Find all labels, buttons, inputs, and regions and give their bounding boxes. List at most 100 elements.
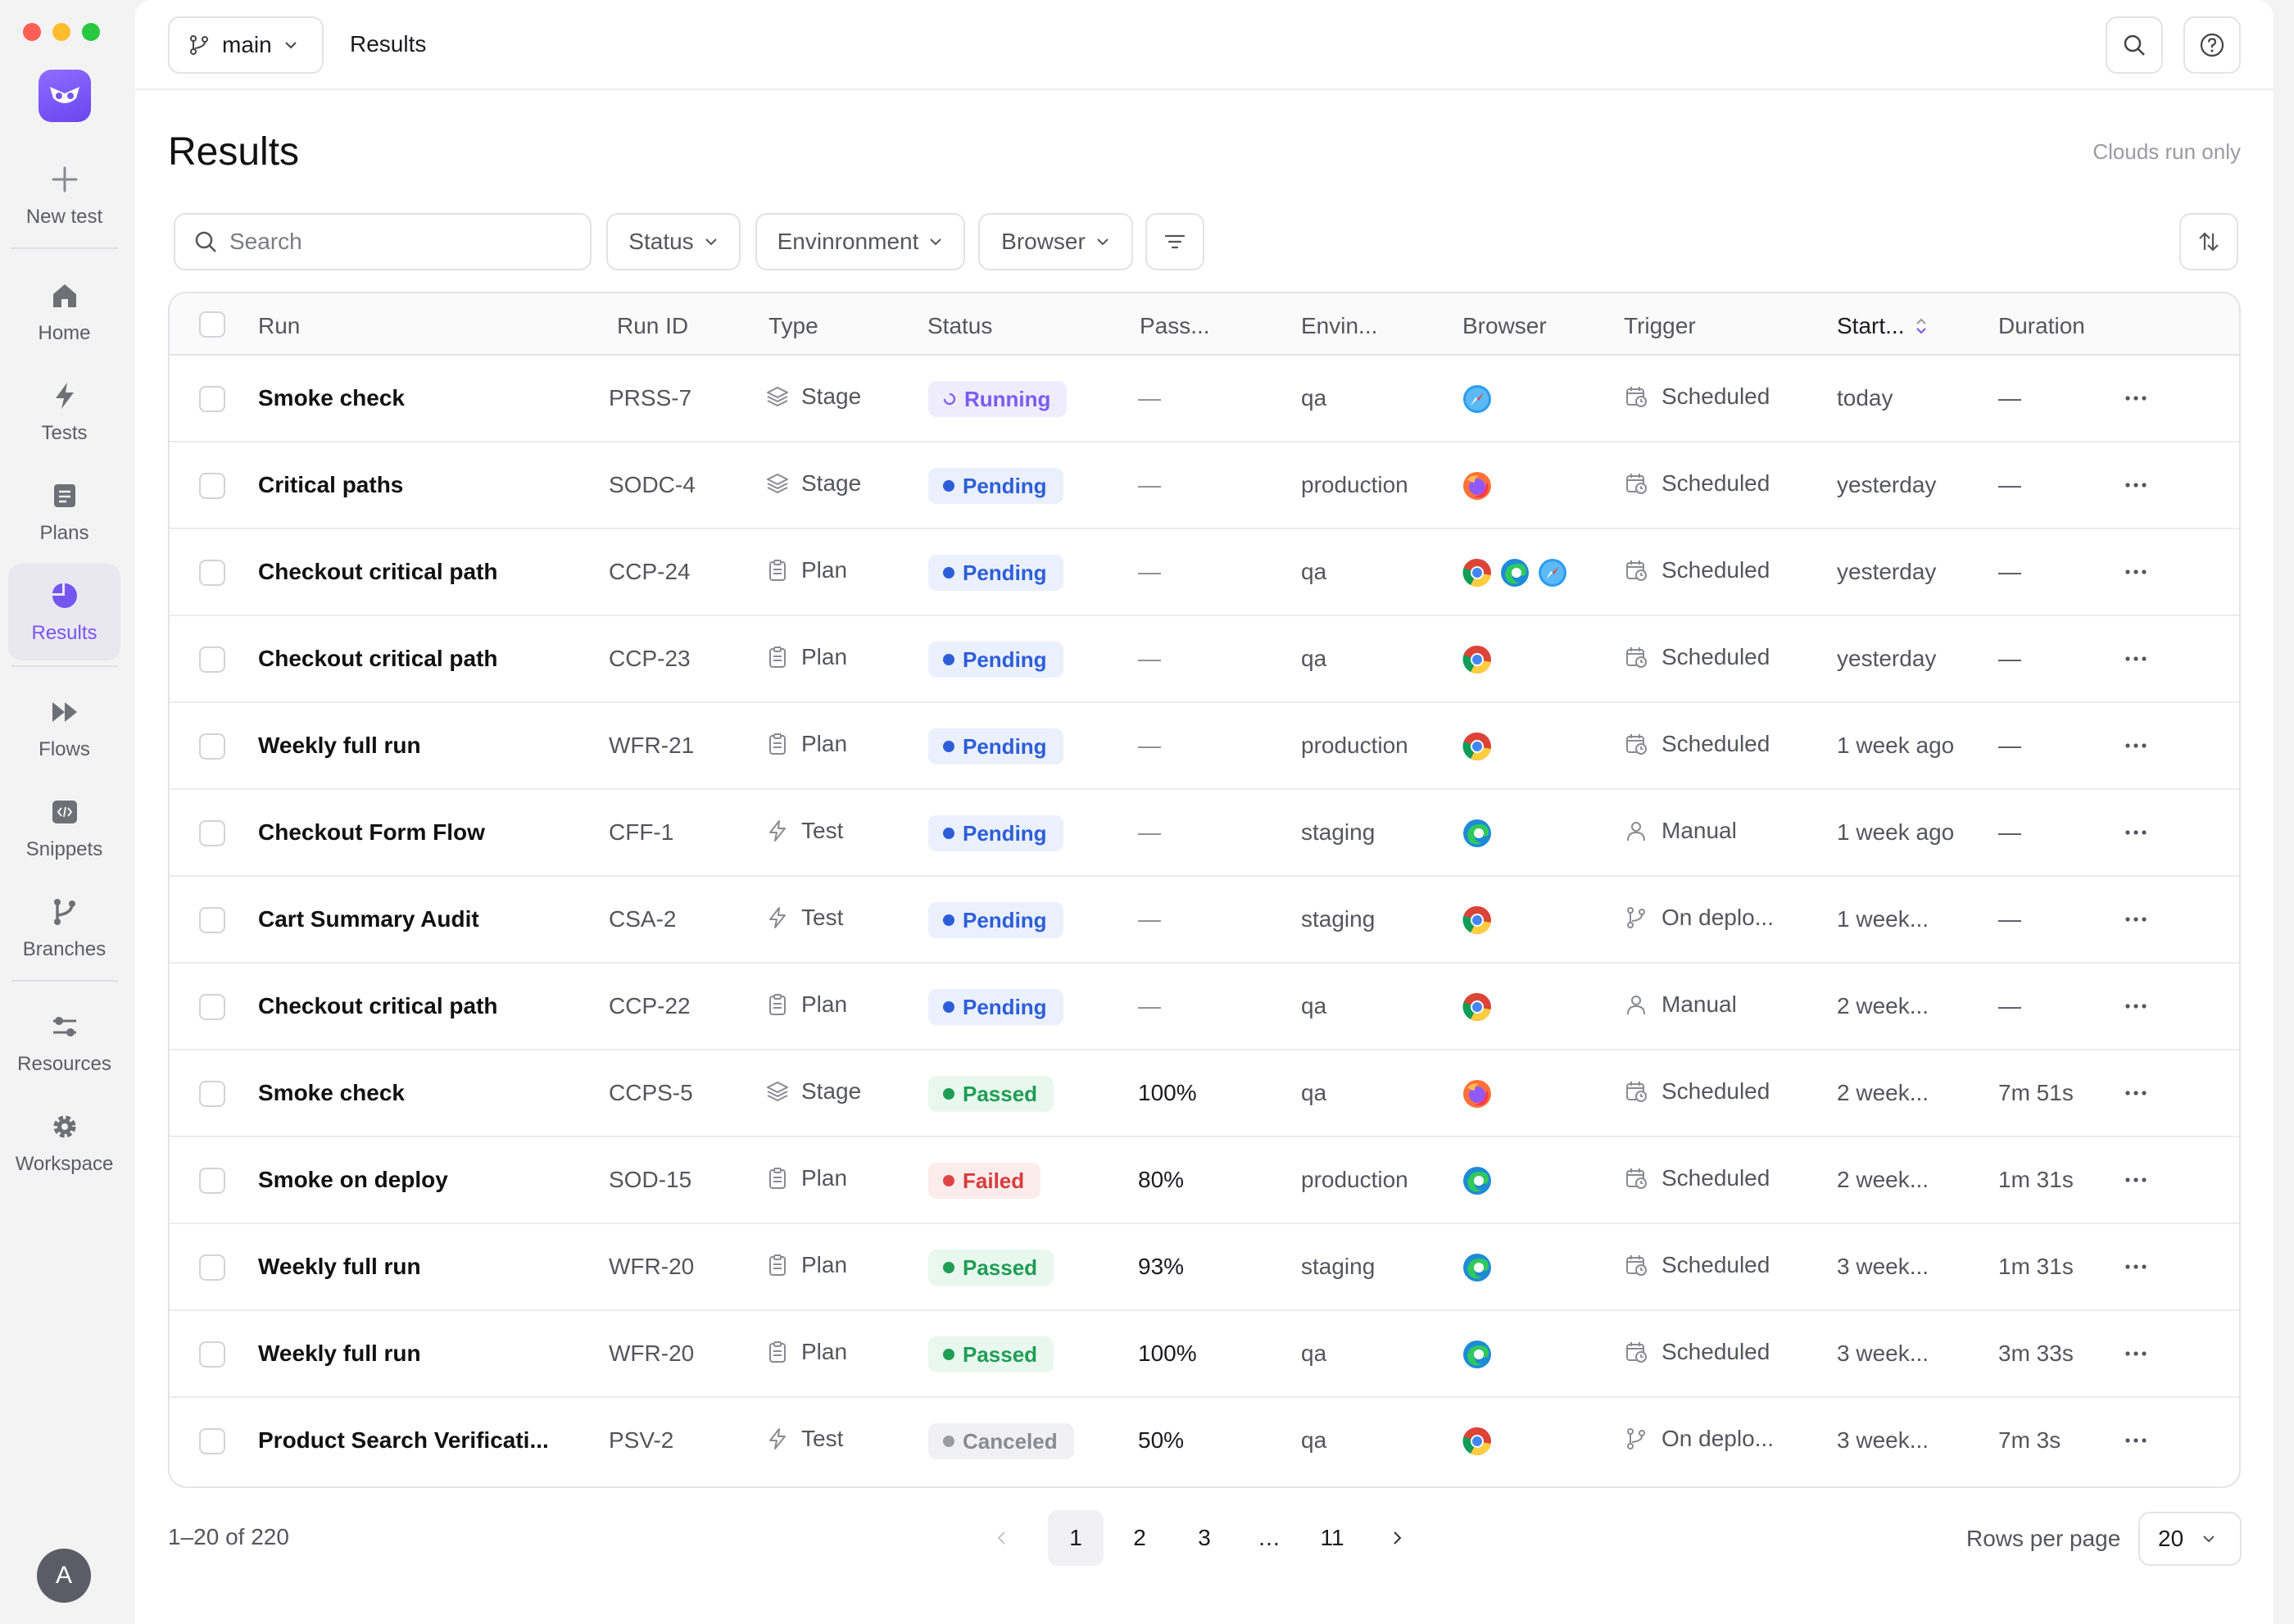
- new-test-button[interactable]: New test: [8, 147, 120, 244]
- run-name[interactable]: Weekly full run: [258, 1340, 421, 1367]
- sidebar-item-resources[interactable]: Resources: [8, 995, 120, 1091]
- page-3-button[interactable]: 3: [1176, 1510, 1232, 1566]
- sidebar-item-home[interactable]: Home: [8, 264, 120, 361]
- table-row[interactable]: Product Search Verificati... PSV-2 Test Can…: [170, 1398, 2239, 1485]
- column-header-status[interactable]: Status: [927, 313, 992, 339]
- run-name[interactable]: Product Search Verificati...: [258, 1427, 549, 1454]
- sidebar-item-workspace[interactable]: Workspace: [8, 1095, 120, 1191]
- start-time: 2 week...: [1837, 1080, 1929, 1105]
- row-checkbox[interactable]: [199, 560, 225, 586]
- browser-filter[interactable]: Browser: [978, 213, 1133, 270]
- row-checkbox[interactable]: [199, 907, 225, 933]
- page-2-button[interactable]: 2: [1112, 1510, 1167, 1566]
- table-row[interactable]: Weekly full run WFR-20 Plan Passed 100% qa Sch…: [170, 1311, 2239, 1398]
- sidebar-item-flows[interactable]: Flows: [8, 680, 120, 777]
- row-checkbox[interactable]: [199, 1428, 225, 1454]
- run-name[interactable]: Checkout critical path: [258, 646, 498, 672]
- environment-filter[interactable]: Envinronment: [755, 213, 965, 270]
- table-row[interactable]: Smoke on deploy SOD-15 Plan Failed 80% produc…: [170, 1137, 2239, 1224]
- more-options-icon[interactable]: [2119, 911, 2152, 928]
- more-options-icon[interactable]: [2119, 1085, 2152, 1101]
- table-row[interactable]: Checkout critical path CCP-24 Plan Pending —…: [170, 529, 2239, 616]
- column-header-browser[interactable]: Browser: [1462, 313, 1547, 339]
- breadcrumb[interactable]: Results: [350, 31, 426, 57]
- clouds-run-only-note[interactable]: Clouds run only: [2092, 139, 2241, 165]
- sort-button[interactable]: [2179, 213, 2238, 270]
- run-name[interactable]: Checkout critical path: [258, 993, 498, 1019]
- run-name[interactable]: Smoke check: [258, 385, 405, 411]
- run-name[interactable]: Smoke on deploy: [258, 1167, 448, 1193]
- run-name[interactable]: Critical paths: [258, 472, 403, 498]
- more-options-icon[interactable]: [2119, 1259, 2152, 1275]
- row-checkbox[interactable]: [199, 733, 225, 760]
- column-header-pass[interactable]: Pass...: [1140, 313, 1210, 339]
- app-logo[interactable]: [39, 70, 91, 122]
- more-options-icon[interactable]: [2119, 477, 2152, 493]
- sidebar-item-snippets[interactable]: Snippets: [8, 780, 120, 877]
- status-filter[interactable]: Status: [606, 213, 741, 270]
- row-checkbox[interactable]: [199, 386, 225, 412]
- table-row[interactable]: Weekly full run WFR-20 Plan Passed 93% stagin…: [170, 1224, 2239, 1311]
- column-header-environment[interactable]: Envin...: [1301, 313, 1377, 339]
- search-field[interactable]: [174, 213, 592, 270]
- table-row[interactable]: Smoke check CCPS-5 Stage Passed 100% qa Schedu…: [170, 1050, 2239, 1137]
- maximize-window-button[interactable]: [82, 23, 100, 41]
- search-input[interactable]: [229, 229, 574, 255]
- row-checkbox[interactable]: [199, 646, 225, 673]
- table-row[interactable]: Checkout critical path CCP-23 Plan Pending —…: [170, 616, 2239, 703]
- sidebar-item-branches[interactable]: Branches: [8, 880, 120, 977]
- more-options-icon[interactable]: [2119, 651, 2152, 667]
- row-checkbox[interactable]: [199, 1341, 225, 1368]
- more-options-icon[interactable]: [2119, 1432, 2152, 1449]
- row-checkbox[interactable]: [199, 1254, 225, 1281]
- page-ellipsis[interactable]: …: [1241, 1510, 1297, 1566]
- page-11-button[interactable]: 11: [1304, 1510, 1360, 1566]
- column-header-duration[interactable]: Duration: [1998, 313, 2085, 339]
- column-header-run[interactable]: Run: [258, 313, 300, 339]
- sidebar-item-results[interactable]: Results: [8, 564, 120, 660]
- more-options-icon[interactable]: [2119, 1172, 2152, 1188]
- more-options-icon[interactable]: [2119, 824, 2152, 841]
- page-1-button[interactable]: 1: [1048, 1510, 1104, 1566]
- sidebar-item-tests[interactable]: Tests: [8, 364, 120, 460]
- more-options-icon[interactable]: [2119, 998, 2152, 1014]
- table-row[interactable]: Critical paths SODC-4 Stage Pending — product…: [170, 442, 2239, 529]
- more-options-icon[interactable]: [2119, 390, 2152, 406]
- row-checkbox[interactable]: [199, 820, 225, 846]
- minimize-window-button[interactable]: [52, 23, 70, 41]
- run-name[interactable]: Weekly full run: [258, 733, 421, 759]
- column-header-trigger[interactable]: Trigger: [1624, 313, 1696, 339]
- table-row[interactable]: Smoke check PRSS-7 Stage Running — qa Schedule…: [170, 356, 2239, 442]
- row-checkbox[interactable]: [199, 1168, 225, 1194]
- run-name[interactable]: Smoke check: [258, 1080, 405, 1106]
- previous-page-button[interactable]: [986, 1510, 1018, 1566]
- table-row[interactable]: Cart Summary Audit CSA-2 Test Pending — stagi…: [170, 877, 2239, 964]
- run-name[interactable]: Checkout critical path: [258, 559, 498, 585]
- more-options-icon[interactable]: [2119, 1345, 2152, 1362]
- help-button[interactable]: [2183, 16, 2241, 74]
- run-name[interactable]: Weekly full run: [258, 1254, 421, 1280]
- more-options-icon[interactable]: [2119, 737, 2152, 754]
- row-checkbox[interactable]: [199, 473, 225, 499]
- table-row[interactable]: Checkout Form Flow CFF-1 Test Pending — stagi…: [170, 790, 2239, 877]
- next-page-button[interactable]: [1369, 1510, 1425, 1566]
- row-checkbox[interactable]: [199, 1081, 225, 1107]
- more-options-icon[interactable]: [2119, 564, 2152, 580]
- column-header-run-id[interactable]: Run ID: [617, 313, 688, 339]
- run-name[interactable]: Cart Summary Audit: [258, 906, 479, 932]
- column-header-type[interactable]: Type: [768, 313, 818, 339]
- row-checkbox[interactable]: [199, 994, 225, 1020]
- select-all-checkbox[interactable]: [199, 311, 225, 338]
- start-time: 3 week...: [1837, 1427, 1929, 1453]
- more-filters-button[interactable]: [1145, 213, 1204, 270]
- search-button[interactable]: [2106, 16, 2163, 74]
- avatar[interactable]: A: [37, 1549, 91, 1603]
- branch-selector[interactable]: main: [168, 16, 324, 74]
- rows-per-page-select[interactable]: 20: [2138, 1512, 2242, 1566]
- table-row[interactable]: Checkout critical path CCP-22 Plan Pending —…: [170, 964, 2239, 1050]
- sidebar-item-plans[interactable]: Plans: [8, 464, 120, 560]
- run-name[interactable]: Checkout Form Flow: [258, 819, 485, 846]
- column-header-start[interactable]: Start...: [1837, 313, 1929, 339]
- table-row[interactable]: Weekly full run WFR-21 Plan Pending — product…: [170, 703, 2239, 790]
- close-window-button[interactable]: [23, 23, 41, 41]
